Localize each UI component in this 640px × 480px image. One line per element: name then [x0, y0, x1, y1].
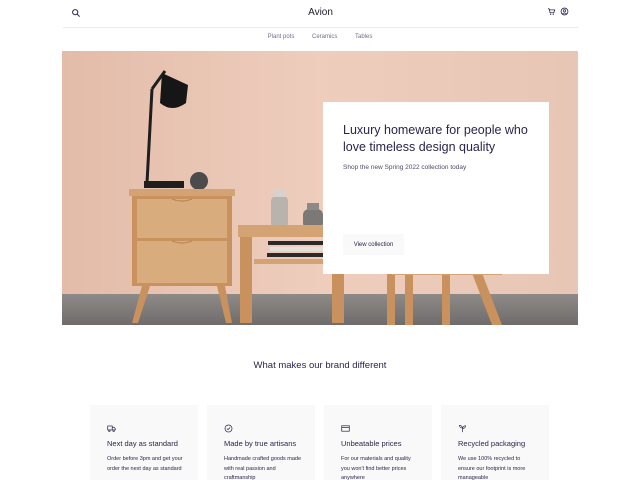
feature-description: Handmade crafted goods made with real pa… [224, 456, 302, 480]
view-collection-button[interactable]: View collection [343, 234, 404, 255]
credit-card-icon [341, 425, 350, 432]
checkmark-circle-icon [224, 424, 233, 433]
site-header: Avion [63, 0, 578, 28]
feature-title: Recycled packaging [458, 439, 526, 448]
nav-item-ceramics[interactable]: Ceramics [312, 34, 337, 40]
feature-card: Made by true artisans Handmade crafted g… [207, 405, 315, 480]
hero-subtitle: Shop the new Spring 2022 collection toda… [343, 164, 467, 171]
cart-icon[interactable] [547, 7, 556, 16]
section-title: What makes our brand different [253, 360, 387, 371]
plant-icon [458, 425, 467, 433]
feature-title: Next day as standard [107, 439, 178, 448]
feature-description: Order before 3pm and get your order the … [107, 456, 183, 472]
feature-description: For our materials and quality you won't … [341, 456, 411, 480]
delivery-truck-icon [107, 425, 116, 432]
feature-title: Made by true artisans [224, 439, 297, 448]
feature-description: We use 100% recycled to ensure our footp… [458, 456, 526, 480]
brand-logo[interactable]: Avion [63, 7, 578, 18]
nav-item-tables[interactable]: Tables [355, 34, 372, 40]
hero-card: Luxury homeware for people who love time… [323, 102, 549, 274]
user-icon[interactable] [560, 7, 569, 16]
feature-card: Unbeatable prices For our materials and … [324, 405, 432, 480]
hero-banner: Luxury homeware for people who love time… [62, 51, 578, 325]
feature-title: Unbeatable prices [341, 439, 402, 448]
feature-card: Recycled packaging We use 100% recycled … [441, 405, 549, 480]
hero-title: Luxury homeware for people who love time… [343, 123, 528, 154]
category-nav: Plant pots Ceramics Tables [0, 34, 640, 40]
feature-card: Next day as standard Order before 3pm an… [90, 405, 198, 480]
nav-item-plant-pots[interactable]: Plant pots [268, 34, 295, 40]
